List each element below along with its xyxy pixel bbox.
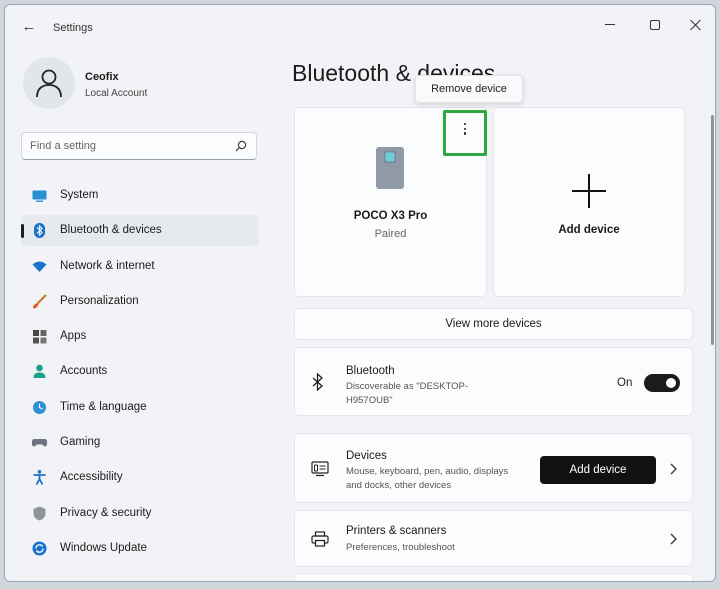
profile-account-type: Local Account — [85, 88, 148, 99]
active-indicator — [21, 224, 24, 239]
search-box[interactable] — [21, 132, 257, 160]
chevron-right-icon[interactable] — [669, 463, 677, 475]
accessibility-icon — [33, 470, 46, 486]
sidebar-item-privacy-security[interactable]: Privacy & security — [21, 498, 259, 529]
devices-icon — [311, 461, 329, 477]
settings-window: ← Settings Ceofix Local Account System — [4, 4, 716, 582]
bluetooth-icon — [34, 223, 45, 239]
sidebar-item-time-language[interactable]: Time & language — [21, 392, 259, 423]
monitor-icon — [32, 190, 47, 202]
sidebar-item-apps[interactable]: Apps — [21, 321, 259, 352]
avatar[interactable] — [23, 57, 75, 109]
sidebar-item-personalization[interactable]: Personalization — [21, 286, 259, 317]
sidebar-item-gaming[interactable]: Gaming — [21, 427, 259, 458]
add-device-card[interactable]: Add device — [493, 107, 685, 297]
printer-icon — [311, 531, 329, 547]
device-status: Paired — [374, 228, 407, 240]
bluetooth-icon — [312, 373, 323, 391]
update-icon — [32, 541, 47, 556]
maximize-icon — [650, 19, 660, 30]
sidebar-nav: System Bluetooth & devices Network & int… — [21, 180, 259, 568]
printers-title: Printers & scanners — [346, 525, 447, 537]
maximize-button[interactable] — [640, 13, 670, 37]
gamepad-icon — [31, 439, 48, 447]
apps-icon — [33, 330, 47, 344]
device-name: POCO X3 Pro — [353, 210, 428, 222]
more-vertical-icon — [462, 123, 468, 141]
sidebar-item-system[interactable]: System — [21, 180, 259, 211]
search-input[interactable] — [30, 138, 230, 154]
sidebar-item-bluetooth-devices[interactable]: Bluetooth & devices — [21, 215, 259, 247]
title-bar: ← Settings — [5, 5, 715, 45]
wifi-icon — [32, 261, 47, 272]
bluetooth-description: Discoverable as "DESKTOP-H957OUB" — [346, 381, 468, 406]
next-settings-row[interactable] — [294, 573, 693, 581]
view-more-devices-button[interactable]: View more devices — [294, 308, 693, 340]
chevron-right-icon[interactable] — [669, 533, 677, 545]
bluetooth-row: Bluetooth Discoverable as "DESKTOP-H957O… — [294, 347, 693, 416]
sidebar-item-label: Accounts — [60, 365, 108, 378]
bluetooth-title: Bluetooth — [346, 365, 395, 377]
devices-description: Mouse, keyboard, pen, audio, displays an… — [346, 466, 509, 491]
close-icon — [690, 19, 702, 31]
devices-row[interactable]: Devices Mouse, keyboard, pen, audio, dis… — [294, 433, 693, 503]
sidebar-item-windows-update[interactable]: Windows Update — [21, 533, 259, 564]
scrollbar[interactable] — [711, 115, 714, 345]
printers-description: Preferences, troubleshoot — [346, 542, 455, 553]
person-icon — [33, 365, 46, 379]
plus-icon — [572, 174, 606, 208]
toggle-knob — [666, 378, 676, 388]
add-device-label: Add device — [558, 224, 620, 236]
remove-device-tooltip: Remove device — [415, 75, 523, 103]
bluetooth-toggle-state: On — [617, 377, 633, 389]
sidebar-item-label: Accessibility — [60, 471, 123, 484]
shield-icon — [33, 506, 46, 521]
sidebar-item-label: System — [60, 189, 99, 201]
sidebar-item-label: Network & internet — [60, 259, 155, 272]
sidebar-item-label: Gaming — [60, 436, 101, 449]
sidebar-item-accounts[interactable]: Accounts — [21, 356, 259, 387]
more-options-button[interactable] — [443, 110, 487, 156]
sidebar-item-label: Time & language — [60, 400, 147, 413]
globe-clock-icon — [33, 400, 46, 414]
arrow-left-icon: ← — [21, 18, 37, 35]
bluetooth-toggle[interactable] — [644, 374, 680, 392]
profile-name: Ceofix — [85, 71, 119, 83]
devices-title: Devices — [346, 450, 387, 462]
device-card[interactable]: POCO X3 Pro Paired — [294, 107, 487, 297]
sidebar-item-label: Apps — [60, 330, 87, 343]
sidebar-item-label: Privacy & security — [60, 506, 152, 519]
sidebar-item-label: Personalization — [60, 294, 139, 307]
phone-device-icon — [376, 147, 404, 189]
minimize-icon — [605, 24, 615, 26]
search-icon[interactable] — [235, 140, 247, 152]
add-device-button[interactable]: Add device — [540, 456, 656, 484]
printers-scanners-row[interactable]: Printers & scanners Preferences, trouble… — [294, 510, 693, 567]
minimize-button[interactable] — [595, 13, 625, 37]
brush-icon — [33, 294, 47, 309]
sidebar-item-label: Bluetooth & devices — [60, 224, 162, 237]
app-title: Settings — [53, 22, 93, 34]
sidebar-item-accessibility[interactable]: Accessibility — [21, 462, 259, 493]
sidebar-item-network-internet[interactable]: Network & internet — [21, 251, 259, 282]
person-icon — [36, 69, 62, 98]
sidebar-item-label: Windows Update — [60, 541, 147, 554]
back-button[interactable]: ← — [19, 17, 39, 37]
close-button[interactable] — [681, 13, 711, 37]
